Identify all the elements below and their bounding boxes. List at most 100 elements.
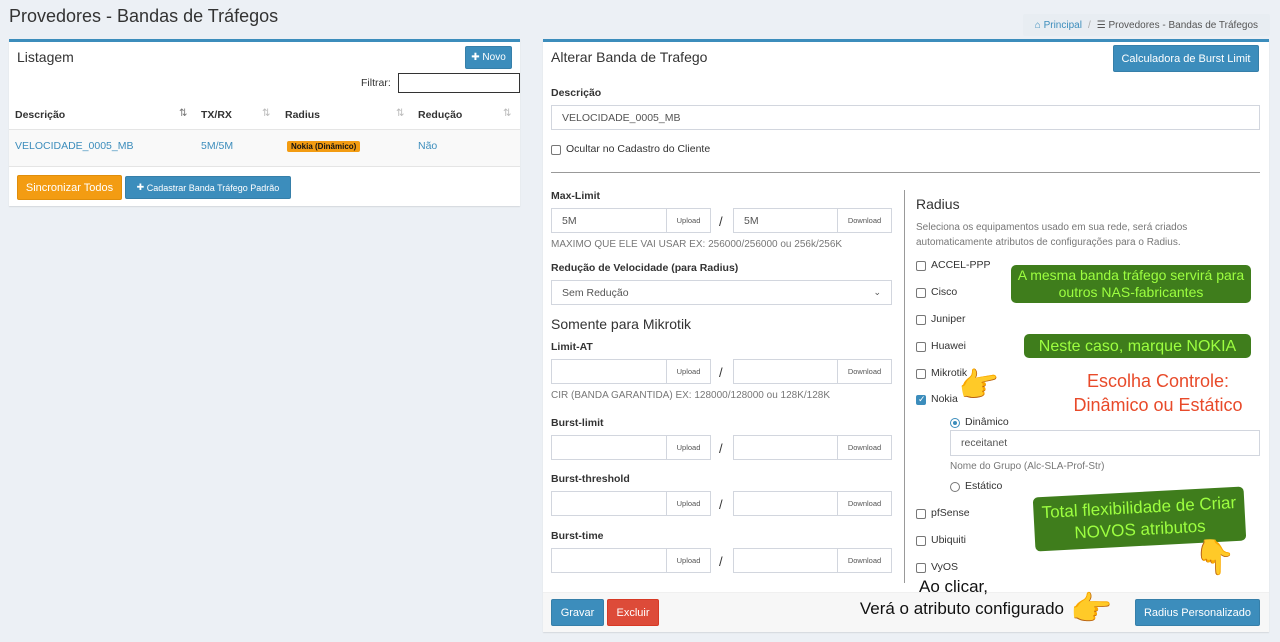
table-row: VELOCIDADE_0005_MB 5M/5M Nokia (Dinâmico… — [9, 130, 520, 166]
download-addon: Download — [837, 359, 892, 384]
descricao-label: Descrição — [551, 87, 602, 99]
plus-icon: ✚ — [471, 52, 480, 63]
breadcrumb: ⌂ Principal / ☰ Provedores - Bandas de T… — [1022, 14, 1270, 36]
burst-limit-upload-input[interactable] — [551, 435, 667, 460]
sync-all-button[interactable]: Sincronizar Todos — [17, 175, 122, 200]
new-button[interactable]: ✚ Novo — [465, 46, 512, 69]
nokia-static-radio[interactable] — [950, 482, 960, 492]
nokia-group-help: Nome do Grupo (Alc-SLA-Prof-Str) — [950, 461, 1105, 472]
vendor-checkbox-huawei[interactable] — [916, 342, 926, 352]
row-reducao-link[interactable]: Não — [418, 140, 437, 152]
sort-icon[interactable]: ⇅ — [396, 108, 404, 119]
nokia-dynamic-radio[interactable] — [950, 418, 960, 428]
vendor-label-huawei: Huawei — [931, 340, 967, 352]
page-title: Provedores - Bandas de Tráfegos — [9, 6, 279, 26]
vendor-label-juniper: Juniper — [931, 313, 966, 325]
column-divider — [904, 190, 905, 583]
column-radius[interactable]: Radius — [285, 109, 320, 121]
vendor-checkbox-cisco[interactable] — [916, 288, 926, 298]
vendor-checkbox-ubiquiti[interactable] — [916, 536, 926, 546]
upload-addon: Upload — [666, 491, 711, 516]
sort-icon[interactable]: ⇅ — [262, 108, 270, 119]
upload-addon: Upload — [666, 435, 711, 460]
max-limit-upload-input[interactable]: 5M — [551, 208, 667, 233]
annotation-note-attribute: Verá o atributo configurado — [859, 599, 1064, 618]
pointing-hand-icon: 👉 — [1070, 590, 1113, 628]
burst-time-label: Burst-time — [551, 530, 604, 542]
burst-limit-label: Burst-limit — [551, 417, 604, 429]
sort-icon[interactable]: ⇅ — [503, 108, 511, 119]
vendor-checkbox-accel-ppp[interactable] — [916, 261, 926, 271]
nokia-static-label: Estático — [965, 480, 1003, 492]
annotation-note-vendors: A mesma banda tráfego servirá para outro… — [1011, 265, 1251, 303]
reducao-select[interactable]: Sem Redução ⌄ — [551, 280, 892, 305]
delete-button[interactable]: Excluir — [607, 599, 659, 626]
download-addon: Download — [837, 208, 892, 233]
column-txrx[interactable]: TX/RX — [201, 109, 232, 121]
new-button-label: Novo — [482, 52, 506, 63]
vendor-checkbox-nokia[interactable] — [916, 394, 926, 405]
vendor-checkbox-vyos[interactable] — [916, 563, 926, 573]
vendor-label-cisco: Cisco — [931, 286, 958, 298]
annotation-note-control: Escolha Controle: Dinâmico ou Estático — [1073, 371, 1243, 415]
burst-threshold-upload-input[interactable] — [551, 491, 667, 516]
slash-separator: / — [719, 497, 723, 512]
upload-addon: Upload — [666, 548, 711, 573]
filter-input[interactable] — [398, 73, 520, 93]
burst-time-upload-input[interactable] — [551, 548, 667, 573]
reducao-label: Redução de Velocidade (para Radius) — [551, 262, 739, 274]
listagem-panel: Listagem ✚ Novo Filtrar: Descrição ⇅ TX/… — [9, 39, 520, 206]
sort-asc-icon[interactable]: ⇅ — [179, 108, 187, 119]
nokia-group-input[interactable]: receitanet — [950, 430, 1260, 456]
chevron-down-icon: ⌄ — [873, 287, 881, 297]
column-reducao[interactable]: Redução — [418, 109, 462, 121]
section-divider — [551, 172, 1260, 173]
ocultar-checkbox[interactable] — [551, 145, 561, 155]
download-addon: Download — [837, 491, 892, 516]
annotation-note-click: Ao clicar, — [919, 577, 988, 596]
radius-custom-button[interactable]: Radius Personalizado — [1135, 599, 1260, 626]
save-button[interactable]: Gravar — [551, 599, 604, 626]
burst-limit-download-input[interactable] — [733, 435, 838, 460]
burst-time-download-input[interactable] — [733, 548, 838, 573]
vendor-checkbox-juniper[interactable] — [916, 315, 926, 325]
breadcrumb-current-label: Provedores - Bandas de Tráfegos — [1108, 19, 1258, 31]
row-descricao-link[interactable]: VELOCIDADE_0005_MB — [15, 140, 133, 152]
plus-icon: ✚ — [136, 182, 145, 192]
vendor-checkbox-pfsense[interactable] — [916, 509, 926, 519]
list-icon: ☰ — [1096, 19, 1106, 31]
dashboard-icon: ⌂ — [1034, 19, 1041, 31]
limit-at-help: CIR (BANDA GARANTIDA) EX: 128000/128000 … — [551, 390, 831, 401]
filter-label: Filtrar: — [361, 77, 391, 89]
limit-at-upload-input[interactable] — [551, 359, 667, 384]
vendor-label-pfsense: pfSense — [931, 507, 970, 519]
descricao-input[interactable]: VELOCIDADE_0005_MB — [551, 105, 1260, 130]
slash-separator: / — [719, 214, 723, 229]
pointing-hand-icon: 👉 — [955, 362, 1004, 408]
register-default-band-button[interactable]: ✚ Cadastrar Banda Tráfego Padrão — [125, 176, 291, 199]
slash-separator: / — [719, 441, 723, 456]
vendor-checkbox-mikrotik[interactable] — [916, 369, 926, 379]
radius-heading: Radius — [916, 196, 960, 212]
reducao-selected-value: Sem Redução — [562, 286, 629, 299]
radius-badge: Nokia (Dinâmico) — [287, 141, 361, 152]
burst-threshold-download-input[interactable] — [733, 491, 838, 516]
limit-at-label: Limit-AT — [551, 341, 593, 353]
row-txrx-link[interactable]: 5M/5M — [201, 140, 233, 152]
ocultar-label: Ocultar no Cadastro do Cliente — [566, 143, 711, 155]
vendor-label-ubiquiti: Ubiquiti — [931, 534, 967, 546]
breadcrumb-current: ☰ Provedores - Bandas de Tráfegos — [1097, 20, 1258, 31]
pointing-hand-icon: 👉 — [1194, 535, 1233, 579]
breadcrumb-separator: / — [1087, 19, 1091, 31]
breadcrumb-home-label: Principal — [1043, 19, 1082, 31]
burst-calculator-button[interactable]: Calculadora de Burst Limit — [1113, 45, 1259, 72]
limit-at-download-input[interactable] — [733, 359, 838, 384]
breadcrumb-home[interactable]: ⌂ Principal — [1035, 20, 1082, 31]
upload-addon: Upload — [666, 359, 711, 384]
column-descricao[interactable]: Descrição — [15, 109, 65, 121]
max-limit-label: Max-Limit — [551, 190, 601, 202]
vendor-label-vyos: VyOS — [931, 561, 959, 573]
max-limit-download-input[interactable]: 5M — [733, 208, 838, 233]
download-addon: Download — [837, 435, 892, 460]
download-addon: Download — [837, 548, 892, 573]
